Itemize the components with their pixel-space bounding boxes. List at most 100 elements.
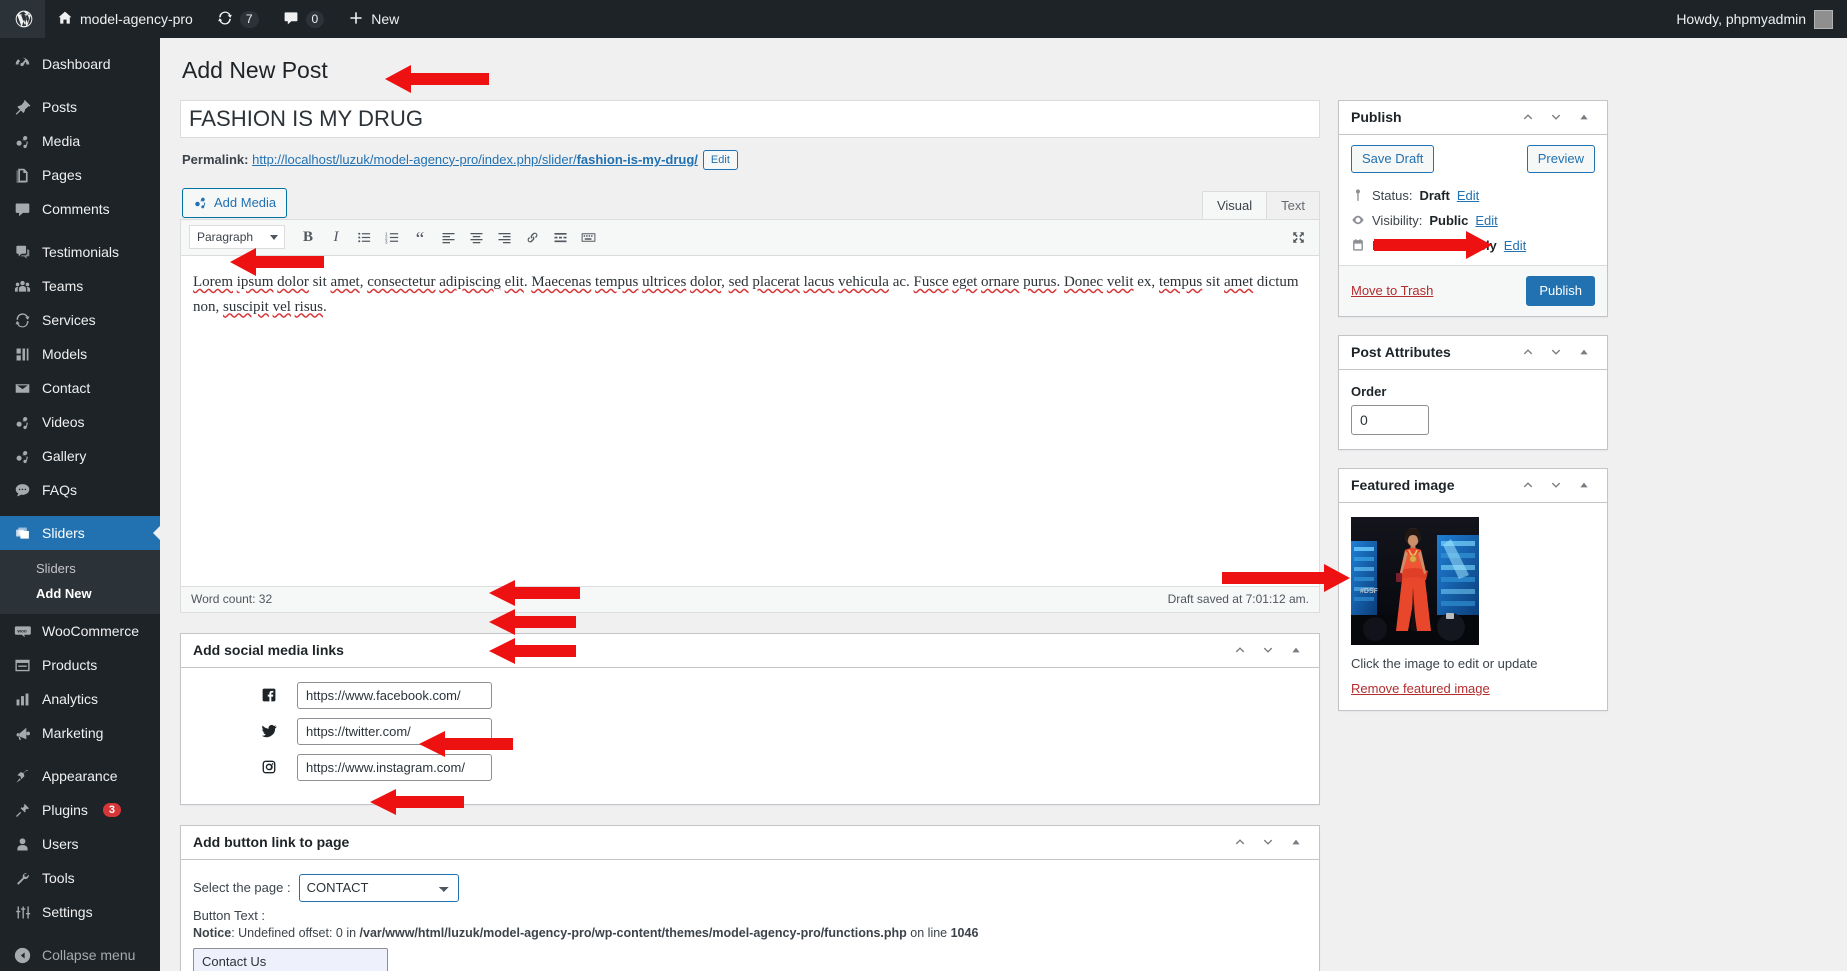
blockquote-icon[interactable]: “ (407, 225, 433, 249)
menu-separator (0, 750, 160, 759)
order-input[interactable] (1351, 404, 1429, 435)
publish-label: Publish (1372, 237, 1415, 253)
sidebar-item-plugins[interactable]: Plugins 3 (0, 793, 160, 827)
move-to-trash-link[interactable]: Move to Trash (1351, 283, 1433, 298)
italic-icon[interactable]: I (323, 225, 349, 249)
visibility-row: Visibility: Public Edit (1351, 208, 1595, 233)
toolbar-toggle-icon[interactable] (575, 225, 601, 249)
bulleted-list-icon[interactable] (351, 225, 377, 249)
sidebar-item-tools[interactable]: Tools (0, 861, 160, 895)
page-select-dropdown[interactable]: CONTACT (298, 873, 459, 902)
sidebar-item-analytics[interactable]: Analytics (0, 682, 160, 716)
collapse-menu-button[interactable]: Collapse menu (0, 938, 160, 971)
toggle-panel-icon[interactable] (1283, 637, 1309, 663)
menu-group-system: Appearance Plugins 3 Users Tools Settings (0, 759, 160, 938)
align-left-icon[interactable] (435, 225, 461, 249)
comments-menu[interactable]: 0 (271, 0, 337, 38)
menu-separator (0, 507, 160, 516)
sidebar-item-marketing[interactable]: Marketing (0, 716, 160, 750)
button-text-input[interactable] (193, 947, 388, 971)
move-up-icon[interactable] (1515, 339, 1541, 365)
models-icon (16, 348, 28, 360)
read-more-icon[interactable] (547, 225, 573, 249)
sidebar-item-testimonials[interactable]: Testimonials (0, 235, 160, 269)
site-name-label: model-agency-pro (80, 11, 193, 27)
post-title-input[interactable] (180, 99, 1320, 138)
move-down-icon[interactable] (1543, 104, 1569, 130)
publish-button[interactable]: Publish (1526, 275, 1595, 306)
instagram-url-input[interactable] (297, 753, 492, 781)
sidebar-item-settings[interactable]: Settings (0, 895, 160, 929)
publish-value: immediately (1421, 237, 1497, 253)
dashboard-icon (12, 54, 32, 74)
account-menu[interactable]: Howdy, phpmyadmin (1676, 9, 1847, 29)
permalink-link[interactable]: http://localhost/luzuk/model-agency-pro/… (252, 152, 698, 167)
sidebar-item-faqs[interactable]: FAQs (0, 473, 160, 507)
facebook-url-input[interactable] (297, 681, 492, 709)
move-up-icon[interactable] (1227, 637, 1253, 663)
sidebar-item-appearance[interactable]: Appearance (0, 759, 160, 793)
twitter-url-input[interactable] (297, 717, 492, 745)
paragraph-format-select[interactable]: Paragraph (189, 225, 285, 250)
sidebar-item-videos[interactable]: Videos (0, 405, 160, 439)
submenu-item-sliders[interactable]: Sliders (0, 556, 160, 581)
sidebar-item-contact[interactable]: Contact (0, 371, 160, 405)
remove-featured-image-link[interactable]: Remove featured image (1351, 681, 1595, 696)
bold-icon[interactable]: B (295, 225, 321, 249)
move-down-icon[interactable] (1255, 637, 1281, 663)
tab-text[interactable]: Text (1266, 190, 1320, 219)
new-content-menu[interactable]: New (336, 0, 411, 38)
sidebar-item-models[interactable]: Models (0, 337, 160, 371)
toggle-panel-icon[interactable] (1571, 104, 1597, 130)
edit-status-link[interactable]: Edit (1457, 188, 1479, 203)
align-center-icon[interactable] (463, 225, 489, 249)
toggle-panel-icon[interactable] (1571, 339, 1597, 365)
sidebar-item-label: Teams (42, 278, 84, 294)
updates-menu[interactable]: 7 (205, 0, 271, 38)
sidebar-item-services[interactable]: Services (0, 303, 160, 337)
sidebar-item-gallery[interactable]: Gallery (0, 439, 160, 473)
save-draft-button[interactable]: Save Draft (1351, 144, 1435, 173)
numbered-list-icon[interactable]: 123 (379, 225, 405, 249)
featured-handle-actions (1515, 472, 1597, 498)
move-down-icon[interactable] (1543, 472, 1569, 498)
link-icon[interactable] (519, 225, 545, 249)
align-right-icon[interactable] (491, 225, 517, 249)
pin-icon (1355, 189, 1360, 202)
tab-visual[interactable]: Visual (1201, 190, 1268, 219)
fullscreen-icon[interactable] (1285, 225, 1311, 249)
sidebar-item-products[interactable]: Products (0, 648, 160, 682)
sidebar-item-woocommerce[interactable]: woo WooCommerce (0, 614, 160, 648)
sidebar-item-comments[interactable]: Comments (0, 192, 160, 226)
toggle-panel-icon[interactable] (1571, 472, 1597, 498)
sidebar-item-teams[interactable]: Teams (0, 269, 160, 303)
visibility-label: Visibility: (1372, 212, 1423, 228)
featured-image-hint: Click the image to edit or update (1351, 655, 1538, 671)
edit-publish-date-link[interactable]: Edit (1504, 238, 1526, 253)
move-up-icon[interactable] (1227, 829, 1253, 855)
publish-metabox-title: Publish (1351, 109, 1402, 126)
move-down-icon[interactable] (1543, 339, 1569, 365)
sidebar-item-media[interactable]: Media (0, 124, 160, 158)
editor-content[interactable]: Lorem ipsum dolor sit amet, consectetur … (181, 255, 1319, 586)
notice-path: /var/www/html/luzuk/model-agency-pro/wp-… (359, 925, 907, 940)
featured-image-thumbnail[interactable]: #DSF (1351, 516, 1479, 645)
preview-button[interactable]: Preview (1526, 144, 1595, 173)
edit-permalink-button[interactable]: Edit (702, 149, 738, 170)
move-up-icon[interactable] (1515, 472, 1541, 498)
toggle-panel-icon[interactable] (1283, 829, 1309, 855)
sidebar-item-users[interactable]: Users (0, 827, 160, 861)
site-name-menu[interactable]: model-agency-pro (45, 0, 205, 38)
sidebar-item-pages[interactable]: Pages (0, 158, 160, 192)
sidebar-item-sliders[interactable]: Sliders (0, 516, 160, 550)
sidebar-item-dashboard[interactable]: Dashboard (0, 47, 160, 81)
wordpress-logo-icon[interactable] (0, 0, 45, 38)
add-media-button[interactable]: Add Media (182, 187, 288, 218)
select-page-label: Select the page : (193, 880, 291, 896)
submenu-item-add-new[interactable]: Add New (0, 581, 160, 606)
sidebar-item-posts[interactable]: Posts (0, 90, 160, 124)
admin-bar: model-agency-pro 7 0 New Howdy, phpmyadm… (0, 0, 1847, 38)
move-down-icon[interactable] (1255, 829, 1281, 855)
edit-visibility-link[interactable]: Edit (1475, 213, 1497, 228)
move-up-icon[interactable] (1515, 104, 1541, 130)
